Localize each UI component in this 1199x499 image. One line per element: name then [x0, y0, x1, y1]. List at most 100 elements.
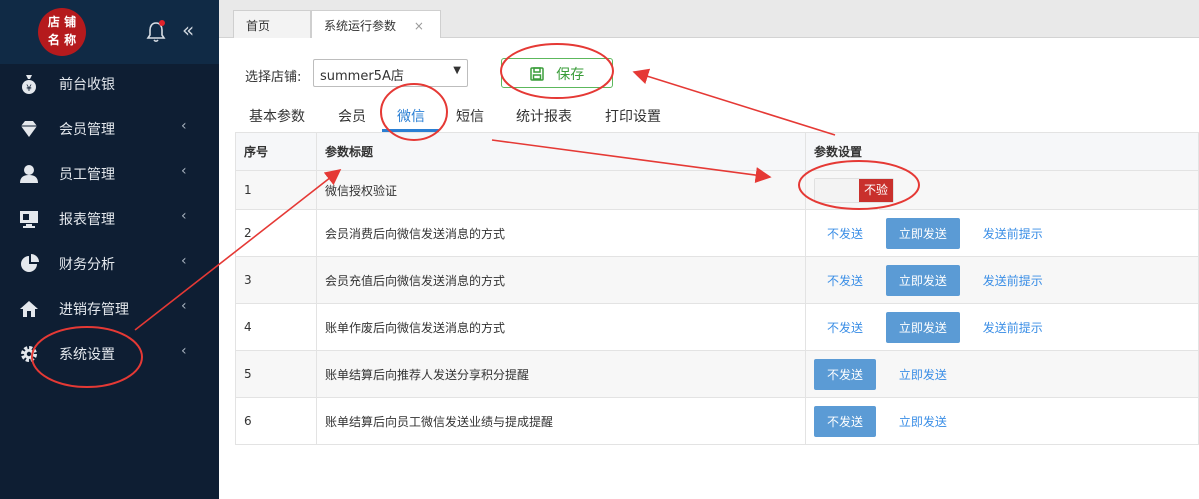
- tab-sms[interactable]: 短信: [456, 106, 484, 126]
- close-icon[interactable]: ×: [414, 19, 424, 33]
- row-no: 6: [235, 397, 317, 445]
- tab-member[interactable]: 会员: [338, 106, 366, 126]
- caret-down-icon: ▼: [453, 65, 461, 76]
- sidebar-item-label: 报表管理: [59, 212, 115, 228]
- option-no-send[interactable]: 不发送: [814, 265, 876, 296]
- chevron-left-icon: ‹: [181, 253, 187, 269]
- table-row: 1 微信授权验证 不验证: [235, 170, 1199, 220]
- option-send-now[interactable]: 立即发送: [885, 311, 960, 343]
- table-row: 6 账单结算后向员工微信发送业绩与提成提醒 不发送 立即发送: [235, 397, 1199, 445]
- money-bag-icon: ¥: [18, 73, 40, 95]
- sidebar-item-staff[interactable]: 员工管理 ‹: [0, 151, 219, 196]
- row-setting: 不发送 立即发送 发送前提示: [805, 303, 1199, 351]
- gear-icon: [18, 343, 40, 365]
- save-button-label: 保存: [556, 67, 585, 83]
- sidebar-item-settings[interactable]: 系统设置 ‹: [0, 331, 219, 376]
- shop-logo: 店 铺 名 称: [38, 8, 86, 56]
- bell-icon[interactable]: [145, 20, 167, 44]
- row-title: 账单结算后向推荐人发送分享积分提醒: [316, 350, 806, 398]
- option-no-send[interactable]: 不发送: [814, 358, 877, 390]
- option-prompt-before-send[interactable]: 发送前提示: [970, 312, 1056, 343]
- logo-line-1: 店 铺: [47, 15, 77, 29]
- sidebar-item-label: 系统设置: [59, 347, 115, 363]
- row-setting: 不验证: [805, 170, 1199, 220]
- notification-dot: [159, 20, 165, 26]
- tab-label: 系统运行参数: [324, 19, 397, 33]
- monitor-icon: [18, 208, 40, 230]
- row-setting: 不发送 立即发送 发送前提示: [805, 209, 1199, 257]
- option-send-now[interactable]: 立即发送: [886, 406, 960, 437]
- row-no: 3: [235, 256, 317, 304]
- shop-select-value: summer5A店: [320, 69, 404, 84]
- row-setting: 不发送 立即发送: [805, 397, 1199, 445]
- row-title: 账单作废后向微信发送消息的方式: [316, 303, 806, 351]
- option-no-send[interactable]: 不发送: [814, 218, 876, 249]
- chevron-left-icon: ‹: [181, 208, 187, 224]
- sidebar-header: 店 铺 名 称 «: [0, 0, 219, 64]
- home-icon: [18, 298, 40, 320]
- tab-wechat[interactable]: 微信: [397, 106, 425, 126]
- row-title: 会员消费后向微信发送消息的方式: [316, 209, 806, 257]
- tab-stats-report[interactable]: 统计报表: [516, 106, 572, 126]
- svg-text:¥: ¥: [26, 84, 32, 94]
- option-send-now[interactable]: 立即发送: [886, 359, 960, 390]
- main-content: 选择店铺: summer5A店 ▼ 保存 基本参数 会员 微信 短信 统计报表 …: [219, 38, 1199, 499]
- sidebar-item-label: 前台收银: [59, 77, 115, 93]
- option-prompt-before-send[interactable]: 发送前提示: [970, 218, 1056, 249]
- user-icon: [18, 163, 40, 185]
- chevron-left-icon: ‹: [181, 298, 187, 314]
- option-send-now[interactable]: 立即发送: [885, 264, 960, 296]
- sidebar-item-label: 会员管理: [59, 122, 115, 138]
- shop-label: 选择店铺:: [245, 70, 302, 85]
- table-row: 2 会员消费后向微信发送消息的方式 不发送 立即发送 发送前提示: [235, 209, 1199, 257]
- option-no-send[interactable]: 不发送: [814, 312, 876, 343]
- sidebar-item-members[interactable]: 会员管理 ‹: [0, 106, 219, 151]
- table-row: 4 账单作废后向微信发送消息的方式 不发送 立即发送 发送前提示: [235, 303, 1199, 351]
- toggle-label: 不验证: [859, 178, 893, 220]
- sidebar-item-reports[interactable]: 报表管理 ‹: [0, 196, 219, 241]
- row-title: 微信授权验证: [316, 170, 806, 210]
- header-setting: 参数设置: [805, 132, 1199, 171]
- chevron-left-icon: ‹: [181, 118, 187, 134]
- header-title: 参数标题: [316, 132, 806, 171]
- tab-bar: 首页 系统运行参数 ×: [219, 0, 1199, 39]
- option-no-send[interactable]: 不发送: [814, 405, 877, 437]
- sidebar-item-label: 财务分析: [59, 257, 115, 273]
- floppy-icon: [530, 67, 544, 85]
- option-send-now[interactable]: 立即发送: [885, 217, 960, 249]
- row-no: 2: [235, 209, 317, 257]
- table-row: 5 账单结算后向推荐人发送分享积分提醒 不发送 立即发送: [235, 350, 1199, 398]
- row-no: 4: [235, 303, 317, 351]
- header-no: 序号: [235, 132, 317, 171]
- logo-line-2: 名 称: [47, 33, 77, 47]
- sidebar-item-label: 员工管理: [59, 167, 115, 183]
- row-setting: 不发送 立即发送: [805, 350, 1199, 398]
- diamond-icon: [18, 118, 40, 140]
- save-button[interactable]: 保存: [501, 58, 613, 88]
- chevron-left-icon: ‹: [181, 163, 187, 179]
- tab-home[interactable]: 首页: [233, 10, 311, 38]
- sidebar: 店 铺 名 称 « ¥ 前台收银 会员管理 ‹ 员工管理 ‹ 报表管理 ‹ 财务…: [0, 0, 219, 499]
- shop-select[interactable]: summer5A店 ▼: [313, 59, 468, 87]
- sidebar-item-cashier[interactable]: ¥ 前台收银: [0, 61, 219, 106]
- row-title: 会员充值后向微信发送消息的方式: [316, 256, 806, 304]
- chevron-left-icon: ‹: [181, 343, 187, 359]
- toggle-knob: [815, 178, 860, 202]
- collapse-sidebar-icon[interactable]: «: [182, 18, 194, 42]
- table-header-row: 序号 参数标题 参数设置: [235, 132, 1199, 171]
- row-no: 1: [235, 170, 317, 210]
- row-setting: 不发送 立即发送 发送前提示: [805, 256, 1199, 304]
- sidebar-item-inventory[interactable]: 进销存管理 ‹: [0, 286, 219, 331]
- wechat-auth-toggle[interactable]: 不验证: [814, 177, 894, 220]
- pie-chart-icon: [18, 253, 40, 275]
- tab-system-params[interactable]: 系统运行参数 ×: [311, 10, 441, 39]
- params-table: 序号 参数标题 参数设置 1 微信授权验证 不验证 2 会员消费后向微信发送消息…: [235, 132, 1199, 445]
- tab-print-settings[interactable]: 打印设置: [605, 106, 661, 126]
- sidebar-item-label: 进销存管理: [59, 302, 129, 318]
- option-prompt-before-send[interactable]: 发送前提示: [970, 265, 1056, 296]
- sidebar-item-finance[interactable]: 财务分析 ‹: [0, 241, 219, 286]
- tab-label: 首页: [246, 19, 271, 33]
- row-title: 账单结算后向员工微信发送业绩与提成提醒: [316, 397, 806, 445]
- tab-basic-params[interactable]: 基本参数: [249, 106, 305, 126]
- table-row: 3 会员充值后向微信发送消息的方式 不发送 立即发送 发送前提示: [235, 256, 1199, 304]
